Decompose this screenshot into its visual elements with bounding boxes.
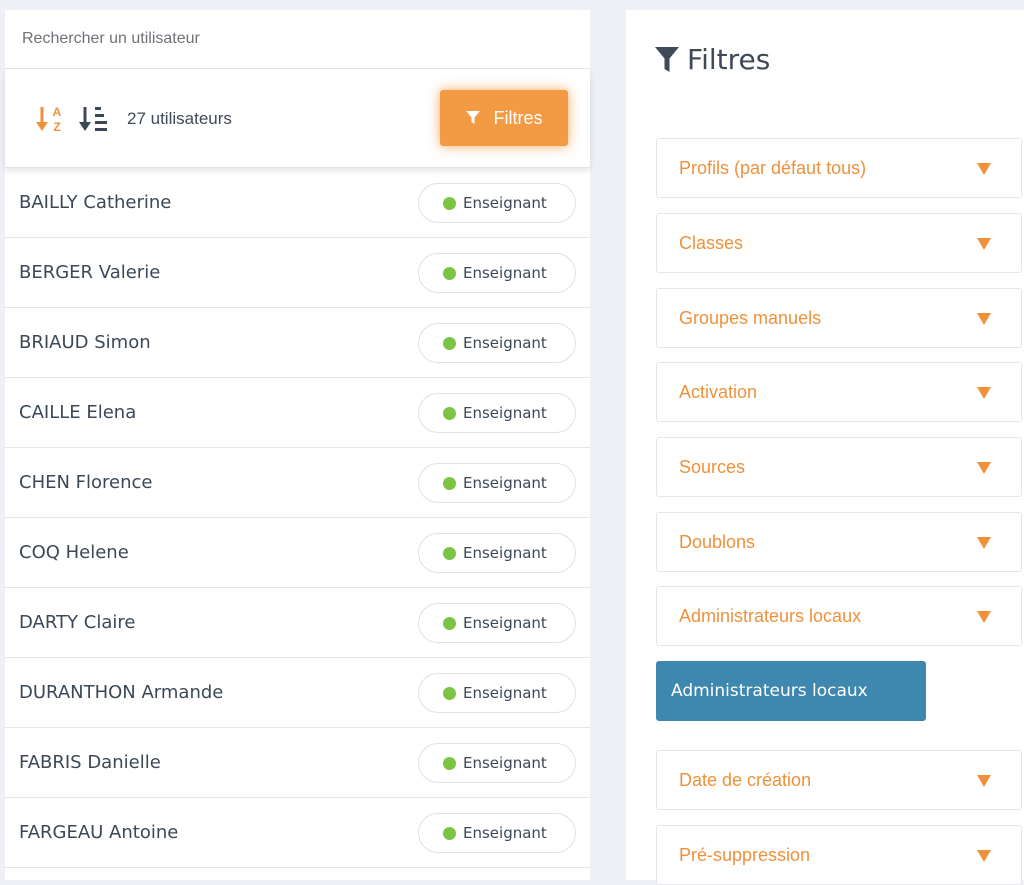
caret-down-icon — [977, 537, 991, 549]
filter-funnel-icon — [465, 111, 480, 124]
role-badge: Enseignant — [418, 463, 576, 503]
selected-filter-chip-label: Administrateurs locaux — [671, 681, 868, 701]
role-label: Enseignant — [463, 474, 547, 492]
user-row[interactable]: CAILLE Elena Enseignant — [5, 378, 590, 448]
filter-section-classes[interactable]: Classes — [656, 213, 1022, 273]
filter-section-activation[interactable]: Activation — [656, 362, 1022, 422]
filter-section-doublons[interactable]: Doublons — [656, 512, 1022, 572]
filter-section-label: Pré-suppression — [679, 845, 811, 865]
status-dot-icon — [443, 266, 456, 280]
filter-section-label: Sources — [679, 457, 746, 477]
caret-down-icon — [977, 238, 991, 250]
role-label: Enseignant — [463, 544, 547, 562]
role-label: Enseignant — [463, 404, 547, 422]
user-name: FARGEAU Antoine — [19, 822, 179, 843]
filter-section-label: Activation — [679, 382, 758, 402]
user-name: DURANTHON Armande — [19, 682, 224, 703]
role-badge: Enseignant — [418, 673, 576, 713]
status-dot-icon — [443, 756, 456, 770]
filters-panel-title: Filtres — [655, 43, 770, 76]
sort-amount-down-icon[interactable] — [79, 104, 109, 134]
user-row[interactable]: CHEN Florence Enseignant — [5, 448, 590, 518]
filter-section-pre-suppression[interactable]: Pré-suppression — [656, 825, 1022, 885]
user-name: BERGER Valerie — [19, 262, 161, 283]
user-row[interactable]: BERGER Valerie Enseignant — [5, 238, 590, 308]
caret-down-icon — [977, 313, 991, 325]
filter-section-administrateurs-locaux[interactable]: Administrateurs locaux — [656, 586, 1022, 646]
role-label: Enseignant — [463, 824, 547, 842]
role-badge: Enseignant — [418, 183, 576, 223]
status-dot-icon — [443, 616, 456, 630]
caret-down-icon — [977, 462, 991, 474]
status-dot-icon — [443, 826, 456, 840]
user-name: BRIAUD Simon — [19, 332, 151, 353]
role-badge: Enseignant — [418, 813, 576, 853]
caret-down-icon — [977, 611, 991, 623]
user-row[interactable]: BAILLY Catherine Enseignant — [5, 168, 590, 238]
status-dot-icon — [443, 196, 456, 210]
user-name: FABRIS Danielle — [19, 752, 161, 773]
filter-section-label: Profils (par défaut tous) — [679, 158, 867, 178]
filter-section-date-creation[interactable]: Date de création — [656, 750, 1022, 810]
caret-down-icon — [977, 850, 991, 862]
filter-section-label: Groupes manuels — [679, 308, 822, 328]
filters-title-text: Filtres — [687, 43, 771, 76]
user-row[interactable]: BRIAUD Simon Enseignant — [5, 308, 590, 378]
filter-section-label: Date de création — [679, 770, 812, 790]
role-badge: Enseignant — [418, 743, 576, 783]
caret-down-icon — [977, 163, 991, 175]
user-name: COQ Helene — [19, 542, 129, 563]
user-row[interactable]: FABRIS Danielle Enseignant — [5, 728, 590, 798]
role-label: Enseignant — [463, 754, 547, 772]
filter-section-label: Classes — [679, 233, 744, 253]
list-toolbar: A Z 27 utilisateurs Filtres — [5, 69, 590, 168]
caret-down-icon — [977, 775, 991, 787]
user-name: BAILLY Catherine — [19, 192, 172, 213]
caret-down-icon — [977, 387, 991, 399]
user-row[interactable]: COQ Helene Enseignant — [5, 518, 590, 588]
filter-section-groupes-manuels[interactable]: Groupes manuels — [656, 288, 1022, 348]
role-label: Enseignant — [463, 684, 547, 702]
status-dot-icon — [443, 686, 456, 700]
filter-funnel-icon — [655, 46, 679, 72]
role-label: Enseignant — [463, 264, 547, 282]
role-label: Enseignant — [463, 614, 547, 632]
status-dot-icon — [443, 336, 456, 350]
status-dot-icon — [443, 476, 456, 490]
filter-section-sources[interactable]: Sources — [656, 437, 1022, 497]
status-dot-icon — [443, 546, 456, 560]
user-row[interactable]: FARGEAU Antoine Enseignant — [5, 798, 590, 868]
user-row[interactable]: DURANTHON Armande Enseignant — [5, 658, 590, 728]
sort-alpha-down-icon[interactable]: A Z — [35, 104, 65, 134]
svg-text:Z: Z — [53, 120, 60, 134]
role-badge: Enseignant — [418, 393, 576, 433]
filter-section-label: Administrateurs locaux — [679, 606, 862, 626]
role-badge: Enseignant — [418, 603, 576, 643]
user-list-panel: A Z 27 utilisateurs Filtres BAILLY Cathe… — [5, 10, 590, 880]
filters-panel: Filtres Profils (par défaut tous) Classe… — [626, 10, 1024, 885]
status-dot-icon — [443, 406, 456, 420]
filters-button-label: Filtres — [493, 107, 543, 128]
role-badge: Enseignant — [418, 253, 576, 293]
role-label: Enseignant — [463, 194, 547, 212]
svg-text:A: A — [53, 105, 62, 119]
user-count-label: 27 utilisateurs — [127, 109, 232, 128]
filter-section-profils[interactable]: Profils (par défaut tous) — [656, 138, 1022, 198]
user-name: CAILLE Elena — [19, 402, 137, 423]
filters-button[interactable]: Filtres — [440, 90, 568, 146]
role-badge: Enseignant — [418, 323, 576, 363]
selected-filter-chip-administrateurs-locaux[interactable]: Administrateurs locaux — [656, 661, 926, 721]
user-name: CHEN Florence — [19, 472, 153, 493]
role-label: Enseignant — [463, 334, 547, 352]
user-list: BAILLY Catherine Enseignant BERGER Valer… — [5, 168, 590, 868]
user-row[interactable]: DARTY Claire Enseignant — [5, 588, 590, 658]
filter-section-label: Doublons — [679, 532, 756, 552]
role-badge: Enseignant — [418, 533, 576, 573]
user-name: DARTY Claire — [19, 612, 136, 633]
user-search-input[interactable] — [5, 10, 590, 69]
